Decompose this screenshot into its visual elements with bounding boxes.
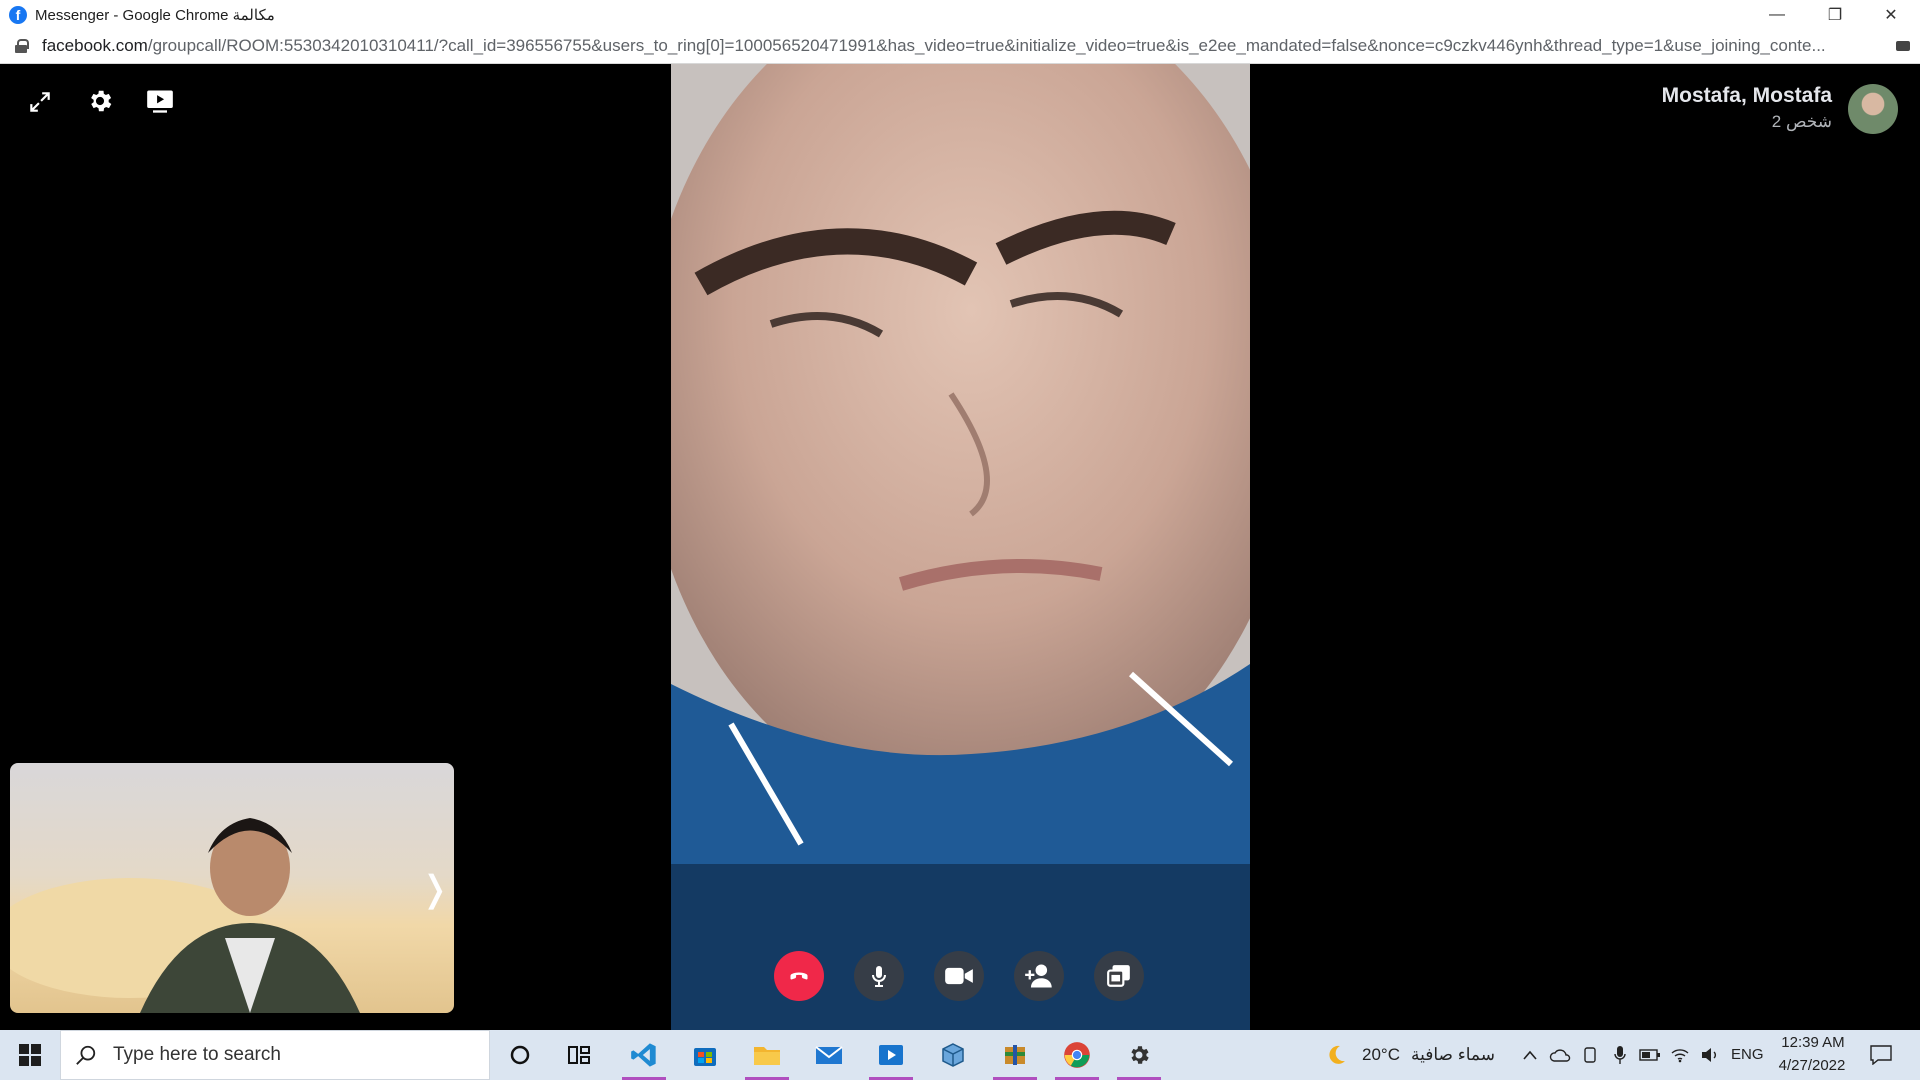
screen-share-icon[interactable]: [144, 85, 176, 117]
address-bar[interactable]: facebook.com/groupcall/ROOM:553034201031…: [0, 29, 1920, 64]
facebook-icon: f: [9, 5, 27, 24]
taskbar: Type here to search 20°C سماء صافية ENG …: [0, 1030, 1920, 1080]
window-title: Messenger - Google Chrome مكالمة: [35, 6, 275, 24]
call-area: Mostafa, Mostafa 2 شخص ❭: [0, 64, 1920, 1030]
participant-info: Mostafa, Mostafa 2 شخص: [1662, 84, 1898, 134]
notifications-icon[interactable]: [1856, 1030, 1906, 1080]
video-camera-icon: [945, 967, 973, 985]
camera-in-use-icon[interactable]: [1896, 41, 1910, 51]
expand-icon[interactable]: [24, 86, 56, 118]
vscode-icon[interactable]: [619, 1030, 669, 1080]
self-video-preview[interactable]: ❭: [10, 763, 454, 1013]
tray-microphone-icon[interactable]: [1606, 1030, 1634, 1080]
moon-weather-icon[interactable]: [1316, 1030, 1356, 1080]
mail-icon[interactable]: [804, 1030, 854, 1080]
settings-icon[interactable]: [84, 85, 116, 117]
remote-participant-video: [671, 64, 1250, 1030]
volume-icon[interactable]: [1696, 1030, 1724, 1080]
collapse-chevron-icon[interactable]: ❭: [420, 868, 450, 910]
url-text[interactable]: facebook.com/groupcall/ROOM:553034201031…: [42, 36, 1882, 56]
url-host: facebook.com: [42, 36, 148, 55]
start-button[interactable]: [0, 1030, 60, 1080]
battery-icon[interactable]: [1636, 1030, 1664, 1080]
onedrive-icon[interactable]: [1546, 1030, 1574, 1080]
clock-time[interactable]: 12:39 AM: [1778, 1034, 1848, 1051]
windows-logo-icon: [19, 1044, 41, 1066]
taskbar-search[interactable]: Type here to search: [60, 1030, 490, 1080]
language-indicator[interactable]: ENG: [1731, 1046, 1764, 1063]
camera-button[interactable]: [934, 951, 984, 1001]
microphone-button[interactable]: [854, 951, 904, 1001]
search-placeholder: Type here to search: [113, 1044, 281, 1065]
phone-hangup-icon: [790, 972, 808, 980]
add-person-button[interactable]: [1014, 951, 1064, 1001]
participant-name: Mostafa, Mostafa: [1661, 84, 1832, 107]
settings-gear-icon[interactable]: [1114, 1030, 1164, 1080]
minimize-button[interactable]: —: [1748, 0, 1806, 29]
end-call-button[interactable]: [774, 951, 824, 1001]
participant-count: 2 شخص: [1771, 112, 1832, 131]
task-view-icon[interactable]: [555, 1030, 605, 1080]
window-titlebar: f Messenger - Google Chrome مكالمة — ❐ ✕: [0, 0, 1920, 29]
file-explorer-icon[interactable]: [742, 1030, 792, 1080]
microsoft-store-icon[interactable]: [680, 1030, 730, 1080]
3d-viewer-icon[interactable]: [928, 1030, 978, 1080]
weather-text[interactable]: سماء صافية: [1411, 1045, 1495, 1065]
wifi-icon[interactable]: [1666, 1030, 1694, 1080]
microphone-icon: [872, 966, 886, 987]
share-screen-icon: [1107, 965, 1130, 987]
cortana-icon[interactable]: [495, 1030, 545, 1080]
meet-now-icon[interactable]: [1576, 1030, 1604, 1080]
maximize-button[interactable]: ❐: [1806, 0, 1864, 29]
url-path: /groupcall/ROOM:5530342010310411/?call_i…: [147, 36, 1826, 55]
chrome-icon[interactable]: [1052, 1030, 1102, 1080]
close-button[interactable]: ✕: [1862, 0, 1920, 29]
archive-app-icon[interactable]: [990, 1030, 1040, 1080]
share-screen-button[interactable]: [1094, 951, 1144, 1001]
search-icon: [76, 1045, 96, 1065]
remote-video-frame: [671, 64, 1250, 1030]
video-player-icon[interactable]: [866, 1030, 916, 1080]
call-controls: [774, 951, 1144, 1001]
add-person-icon: [1025, 964, 1052, 988]
lock-icon[interactable]: [15, 39, 29, 53]
chevron-up-icon[interactable]: [1516, 1030, 1544, 1080]
participant-avatar[interactable]: [1848, 84, 1898, 134]
clock-date[interactable]: 4/27/2022: [1772, 1057, 1852, 1074]
weather-temp[interactable]: 20°C: [1362, 1045, 1400, 1065]
self-video-frame: [10, 818, 360, 1013]
